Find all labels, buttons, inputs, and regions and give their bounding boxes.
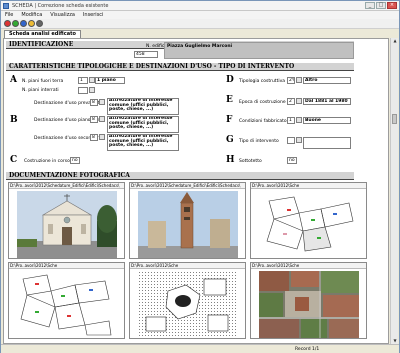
epoca-value: Dal 1881 al 1980 (303, 98, 351, 105)
cadastral-map (17, 271, 117, 338)
letter-a: A (10, 75, 17, 85)
prevalente-text: Attrezzature di interesse comune (uffici… (107, 98, 179, 115)
piano-picker[interactable] (99, 116, 105, 122)
app-window: SCHEDA | Correzione scheda esistente _ □… (0, 0, 400, 353)
photo-path[interactable]: D:\Pro..avori\2012\Schedature_Edifici\Ed… (130, 183, 245, 189)
tab-strip: Scheda analisi edificato (1, 29, 399, 38)
epoca-picker[interactable] (296, 98, 302, 104)
letter-e: E (226, 95, 233, 105)
menu-file[interactable]: File (5, 11, 13, 19)
prevalente-code[interactable]: 8 (90, 99, 98, 106)
minimize-button[interactable]: _ (365, 2, 375, 9)
record-first-icon[interactable] (4, 20, 11, 27)
piani-fuori-desc: 1 piano (95, 77, 125, 84)
tipologia-code[interactable]: 2% (287, 77, 295, 84)
menu-modifica[interactable]: Modifica (21, 11, 42, 19)
tipologia-picker[interactable] (296, 77, 302, 83)
intervento-value (303, 137, 351, 149)
vertical-scrollbar[interactable]: ▲ ▼ (390, 38, 398, 344)
scroll-thumb[interactable] (392, 114, 397, 124)
condizioni-value: Buone (303, 117, 351, 124)
address-text: Piazza Guglielmo Marconi (167, 44, 233, 49)
condizioni-picker[interactable] (296, 117, 302, 123)
tipologia-label: Tipologia costruttiva (239, 79, 286, 84)
toolbar (1, 19, 399, 29)
menu-bar: File Modifica Visualizza Inserisci (1, 11, 399, 19)
photo-card-1[interactable]: D:\Pro..avori\2012\Schedature_Edifici\Ed… (8, 182, 125, 259)
piani-fuori-field[interactable]: 1 (78, 77, 88, 84)
letter-b: B (10, 115, 18, 125)
title-bar: SCHEDA | Correzione scheda esistente _ □… (1, 1, 399, 11)
close-button[interactable]: × (387, 2, 397, 9)
secondaria-text: Attrezzature di interesse comune (uffici… (107, 134, 179, 151)
prevalente-picker[interactable] (99, 99, 105, 105)
letter-g: G (226, 135, 234, 145)
photo-path[interactable]: D:\Pro..avori\2012\Schedature_Edifici\Ed… (9, 183, 124, 189)
menu-visualizza[interactable]: Visualizza (50, 11, 75, 19)
window-title: SCHEDA | Correzione scheda esistente (12, 3, 109, 9)
form-content: IDENTIFICAZIONE N. edificio 458 Piazza G… (3, 38, 389, 344)
photo-card-2[interactable]: D:\Pro..avori\2012\Schedature_Edifici\Ed… (129, 182, 246, 259)
record-delete-icon[interactable] (36, 20, 43, 27)
epoca-code[interactable]: 2 (287, 98, 295, 105)
piani-interrati-picker[interactable] (89, 87, 95, 93)
aerial-photo (259, 271, 359, 338)
letter-c: C (10, 155, 18, 165)
photo-path[interactable]: D:\Pro..avori\2012\Sche (251, 183, 366, 189)
photo-card-3[interactable]: D:\Pro..avori\2012\Sche (250, 182, 367, 259)
record-last-icon[interactable] (28, 20, 35, 27)
photo-path[interactable]: D:\Pro..avori\2012\Sche (251, 263, 366, 269)
scroll-up-icon[interactable]: ▲ (391, 38, 399, 44)
characteristics-header: CARATTERISTICHE TIPOLOGICHE E DESTINAZIO… (6, 63, 354, 71)
status-bar: Record 1/1 (1, 344, 399, 353)
cadastral-map (259, 191, 359, 258)
costruzione-label: Costruzione in corso (24, 159, 70, 164)
piano-text: Attrezzature di interesse comune (uffici… (107, 116, 179, 133)
church-facade-photo (17, 191, 117, 258)
photo-path[interactable]: D:\Pro..avori\2012\Sche (130, 263, 245, 269)
photo-path[interactable]: D:\Pro..avori\2012\Sche (9, 263, 124, 269)
photo-card-6[interactable]: D:\Pro..avori\2012\Sche (250, 262, 367, 339)
piani-fuori-label: N. piani fuori terra (22, 79, 64, 84)
costruzione-field[interactable]: no (70, 157, 80, 164)
window-controls: _ □ × (365, 2, 397, 10)
piano-code[interactable]: 8 (90, 116, 98, 123)
photo-card-4[interactable]: D:\Pro..avori\2012\Sche (8, 262, 125, 339)
secondaria-code[interactable]: 8 (90, 134, 98, 141)
documentation-header: DOCUMENTAZIONE FOTOGRAFICA (6, 172, 354, 180)
bell-tower-photo (138, 191, 238, 258)
epoca-label: Epoca di costruzione (239, 100, 286, 105)
sottotetto-label: Sottotetto (239, 159, 262, 164)
piani-interrati-field[interactable] (78, 87, 88, 94)
photo-card-5[interactable]: D:\Pro..avori\2012\Sche (129, 262, 246, 339)
edificio-field[interactable]: 458 (134, 51, 158, 58)
intervento-code[interactable] (287, 137, 295, 144)
urban-plan-map (138, 271, 238, 338)
letter-h: H (226, 155, 235, 165)
intervento-label: Tipo di intervento (239, 139, 279, 144)
sottotetto-field[interactable]: no (287, 157, 297, 164)
record-counter: Record 1/1 (295, 347, 320, 352)
record-prev-icon[interactable] (12, 20, 19, 27)
condizioni-label: Condizioni fabbricato (239, 119, 287, 124)
letter-f: F (226, 115, 233, 125)
tab-scheda-analisi[interactable]: Scheda analisi edificato (4, 30, 81, 38)
maximize-button[interactable]: □ (376, 2, 386, 9)
tipologia-value: Altro (303, 77, 351, 84)
piani-interrati-label: N. piani interrati (22, 88, 59, 93)
record-next-icon[interactable] (20, 20, 27, 27)
menu-inserisci[interactable]: Inserisci (83, 11, 104, 19)
app-icon (3, 3, 9, 9)
letter-d: D (226, 75, 234, 85)
secondaria-picker[interactable] (99, 134, 105, 140)
condizioni-code[interactable]: 1 (287, 117, 295, 124)
intervento-picker[interactable] (296, 137, 302, 143)
